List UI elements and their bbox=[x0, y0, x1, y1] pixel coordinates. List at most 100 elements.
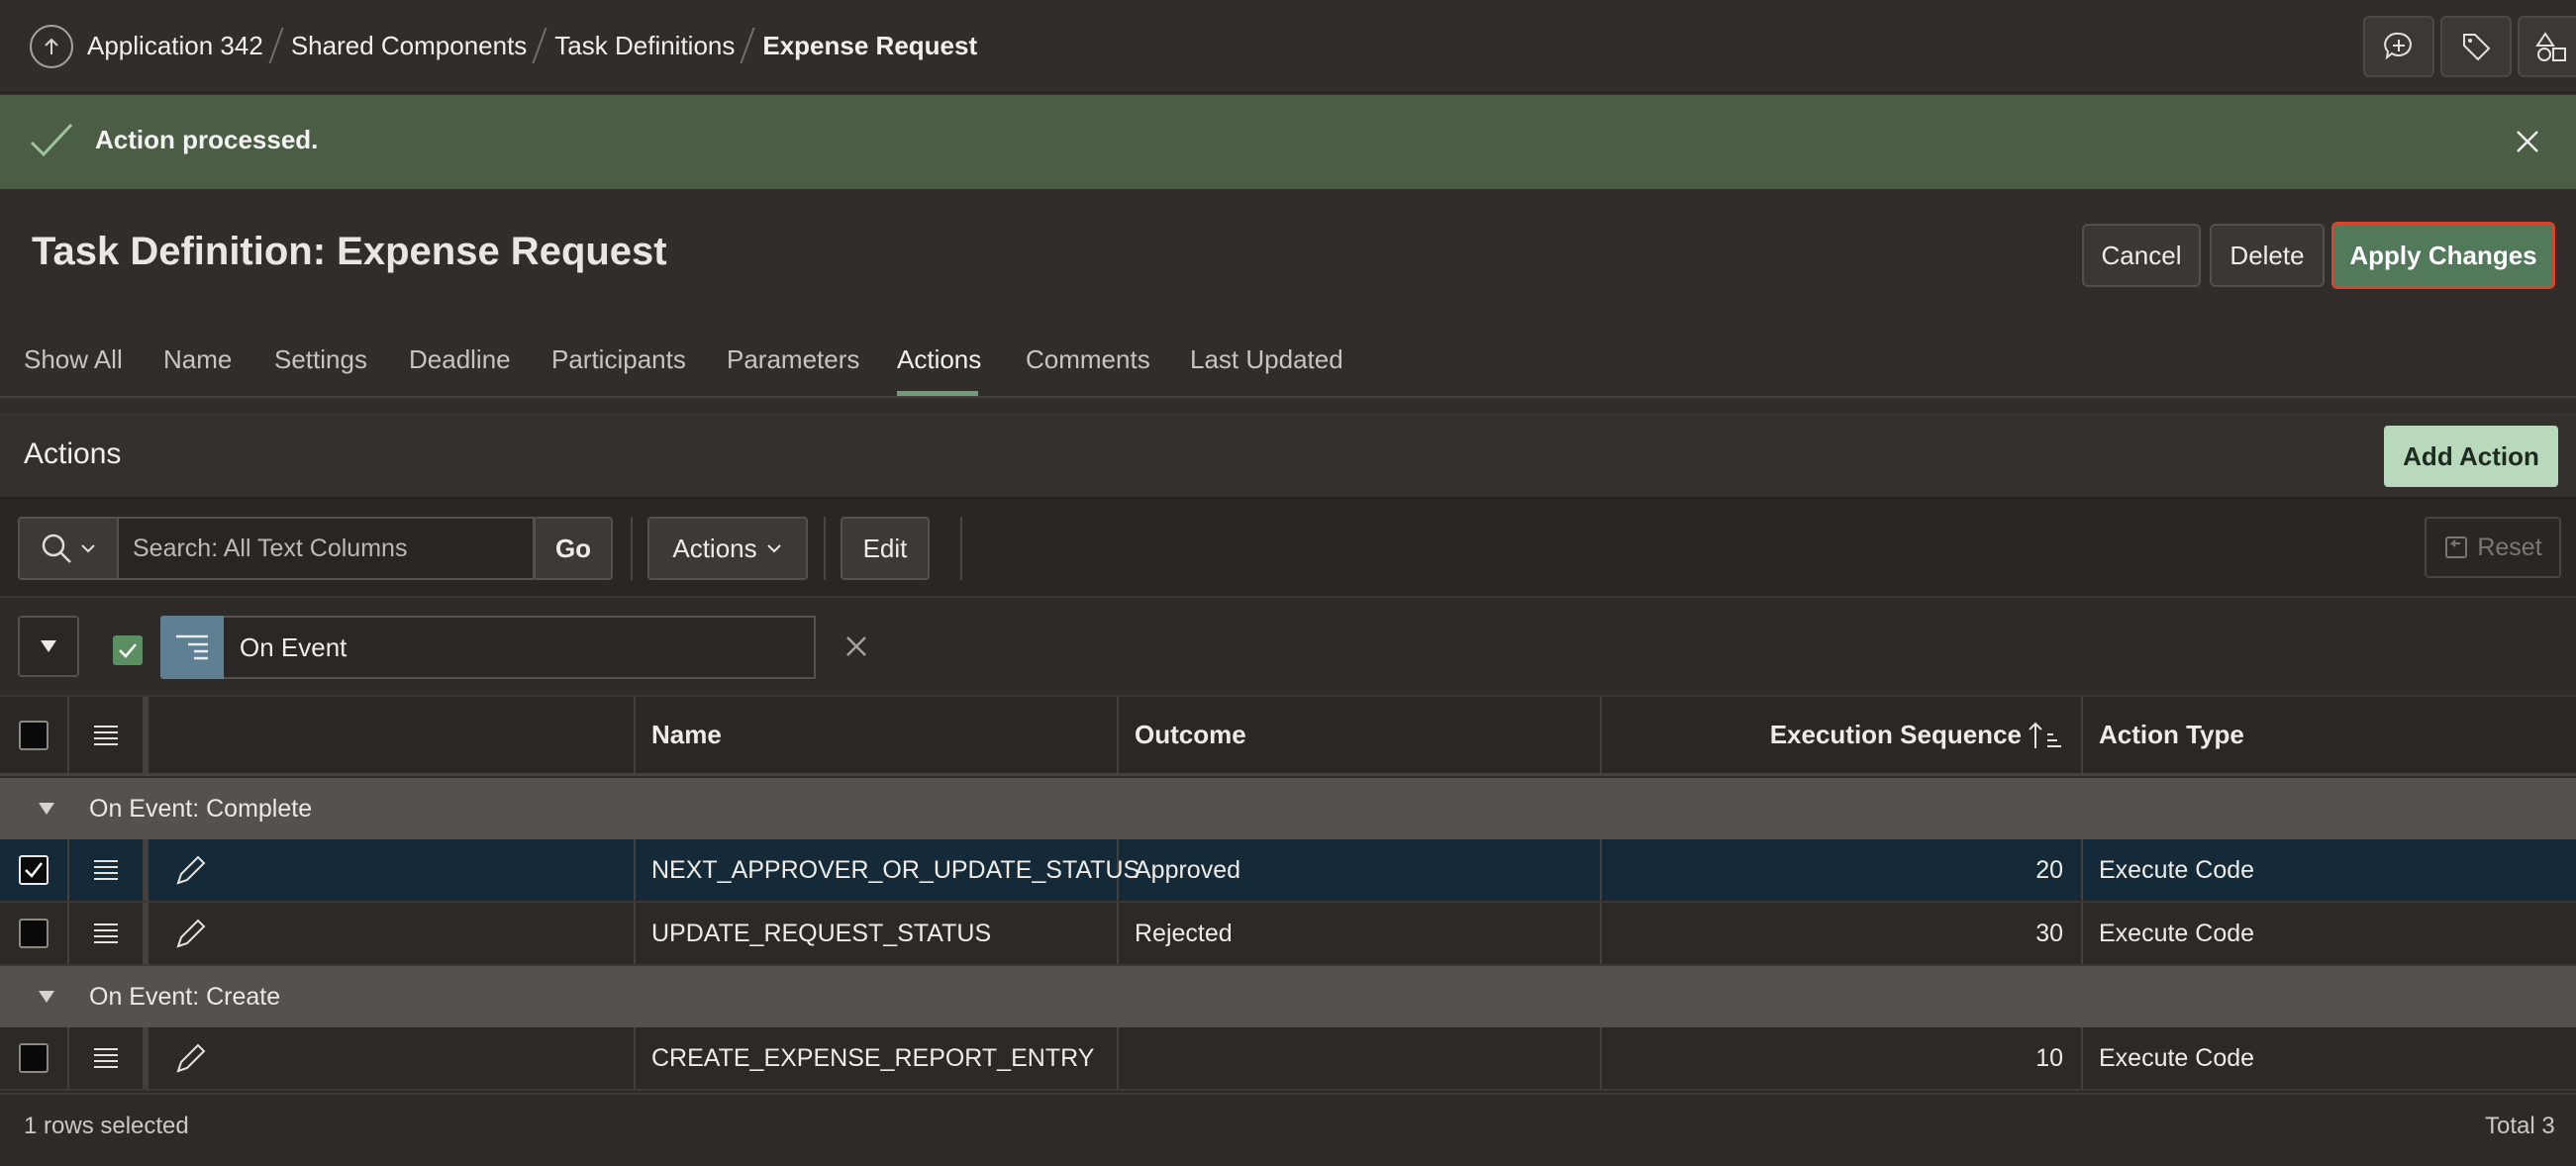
action-type-column-header[interactable]: Action Type bbox=[2083, 697, 2576, 773]
action-type-cell: Execute Code bbox=[2099, 855, 2255, 884]
table-row[interactable]: CREATE_EXPENSE_REPORT_ENTRY 10 Execute C… bbox=[0, 1027, 2576, 1091]
remove-filter-icon[interactable] bbox=[843, 633, 869, 664]
filter-label[interactable]: On Event bbox=[224, 616, 816, 679]
check-icon bbox=[28, 117, 75, 169]
search-input[interactable] bbox=[119, 517, 535, 580]
triangle-down-icon bbox=[39, 803, 54, 815]
action-type-cell: Execute Code bbox=[2099, 1043, 2255, 1072]
edit-link-cell[interactable] bbox=[149, 903, 636, 964]
tab-last-updated[interactable]: Last Updated bbox=[1190, 344, 1343, 375]
row-menu-cell[interactable] bbox=[69, 1027, 149, 1089]
region-header: Actions Add Action bbox=[0, 416, 2576, 499]
breadcrumb-separator bbox=[740, 28, 757, 63]
search-column-selector[interactable] bbox=[18, 517, 119, 580]
name-cell: CREATE_EXPENSE_REPORT_ENTRY bbox=[636, 1027, 1119, 1089]
page-title: Task Definition: Expense Request bbox=[32, 230, 667, 273]
menu-lines-icon bbox=[94, 923, 118, 943]
collapse-filters-button[interactable] bbox=[18, 616, 79, 677]
go-button[interactable]: Go bbox=[534, 517, 613, 580]
actions-menu-label: Actions bbox=[672, 533, 757, 563]
tag-icon[interactable] bbox=[2440, 16, 2512, 77]
delete-button[interactable]: Delete bbox=[2210, 224, 2325, 287]
apply-changes-button[interactable]: Apply Changes bbox=[2331, 222, 2555, 289]
menu-lines-icon bbox=[94, 725, 118, 745]
report-toolbar: Go Actions Edit Reset bbox=[0, 499, 2576, 598]
menu-lines-icon bbox=[94, 1048, 118, 1068]
reset-label: Reset bbox=[2477, 533, 2542, 561]
top-bar: Application 342 Shared Components Task D… bbox=[0, 0, 2576, 93]
tab-show-all[interactable]: Show All bbox=[24, 344, 123, 375]
row-checkbox[interactable] bbox=[19, 919, 49, 948]
toolbar-divider bbox=[824, 517, 826, 580]
outcome-cell bbox=[1119, 1027, 1602, 1089]
tab-settings[interactable]: Settings bbox=[274, 344, 367, 375]
table-row[interactable]: UPDATE_REQUEST_STATUS Rejected 30 Execut… bbox=[0, 903, 2576, 966]
breadcrumb-current: Expense Request bbox=[762, 30, 978, 60]
add-action-button[interactable]: Add Action bbox=[2384, 426, 2558, 487]
actions-menu-button[interactable]: Actions bbox=[647, 517, 808, 580]
tab-name[interactable]: Name bbox=[163, 344, 232, 375]
tab-deadline[interactable]: Deadline bbox=[409, 344, 511, 375]
name-cell: UPDATE_REQUEST_STATUS bbox=[636, 903, 1119, 964]
group-header-complete[interactable]: On Event: Complete bbox=[0, 778, 2576, 839]
row-menu-header bbox=[69, 697, 149, 773]
row-checkbox[interactable] bbox=[19, 1043, 49, 1073]
row-select-cell bbox=[0, 1027, 69, 1089]
outcome-column-header[interactable]: Outcome bbox=[1119, 697, 1602, 773]
menu-lines-icon bbox=[94, 860, 118, 880]
chevron-down-icon bbox=[766, 544, 781, 553]
sequence-cell: 20 bbox=[1602, 839, 2083, 901]
outcome-cell: Rejected bbox=[1119, 903, 1602, 964]
name-column-header[interactable]: Name bbox=[636, 697, 1119, 773]
reset-button[interactable]: Reset bbox=[2425, 517, 2561, 578]
actions-region: Actions Add Action Go Actions Edit Reset bbox=[0, 414, 2576, 1166]
table-row[interactable]: NEXT_APPROVER_OR_UPDATE_STATUS Approved … bbox=[0, 839, 2576, 903]
shapes-icon[interactable] bbox=[2518, 16, 2576, 77]
breadcrumb-item-task-definitions[interactable]: Task Definitions bbox=[554, 31, 735, 61]
close-icon[interactable] bbox=[2515, 129, 2540, 159]
row-select-cell bbox=[0, 903, 69, 964]
column-header-label: Name bbox=[651, 720, 722, 749]
edit-button[interactable]: Edit bbox=[841, 517, 930, 580]
triangle-down-icon bbox=[41, 640, 56, 652]
selection-status: 1 rows selected bbox=[24, 1113, 189, 1139]
tab-participants[interactable]: Participants bbox=[551, 344, 686, 375]
success-banner: Action processed. bbox=[0, 95, 2576, 189]
active-tab-indicator bbox=[897, 391, 978, 396]
sort-ascending-icon bbox=[2029, 722, 2061, 748]
row-menu-cell[interactable] bbox=[69, 839, 149, 901]
tab-comments[interactable]: Comments bbox=[1026, 344, 1150, 375]
breadcrumb-item-shared-components[interactable]: Shared Components bbox=[291, 31, 527, 61]
row-checkbox[interactable] bbox=[19, 855, 49, 885]
sequence-column-header[interactable]: Execution Sequence bbox=[1602, 697, 2083, 773]
select-all-checkbox[interactable] bbox=[19, 720, 49, 750]
cancel-button[interactable]: Cancel bbox=[2082, 224, 2201, 287]
column-header-label: Action Type bbox=[2099, 720, 2244, 749]
filter-enabled-checkbox[interactable] bbox=[113, 635, 143, 665]
pencil-icon bbox=[176, 1043, 206, 1073]
edit-link-cell[interactable] bbox=[149, 839, 636, 901]
select-all-cell bbox=[0, 697, 69, 773]
tab-actions[interactable]: Actions bbox=[897, 344, 981, 375]
filter-row: On Event bbox=[0, 598, 2576, 697]
row-select-cell bbox=[0, 839, 69, 901]
edit-link-cell[interactable] bbox=[149, 1027, 636, 1089]
chevron-down-icon bbox=[81, 544, 95, 553]
up-arrow-icon[interactable] bbox=[30, 25, 73, 68]
total-count: Total 3 bbox=[2485, 1113, 2555, 1139]
banner-message: Action processed. bbox=[95, 125, 319, 154]
group-label: On Event: Complete bbox=[89, 794, 313, 823]
breadcrumb-item-application[interactable]: Application 342 bbox=[87, 31, 263, 61]
column-header-label: Execution Sequence bbox=[1769, 720, 2022, 749]
comment-plus-icon[interactable] bbox=[2363, 16, 2434, 77]
column-header-label: Outcome bbox=[1135, 720, 1246, 749]
row-menu-cell[interactable] bbox=[69, 903, 149, 964]
group-header-create[interactable]: On Event: Create bbox=[0, 966, 2576, 1027]
breadcrumb-separator bbox=[532, 28, 549, 63]
check-icon bbox=[25, 862, 43, 878]
check-icon bbox=[119, 643, 137, 658]
name-cell: NEXT_APPROVER_OR_UPDATE_STATUS bbox=[636, 839, 1139, 901]
group-label: On Event: Create bbox=[89, 982, 281, 1011]
pencil-icon bbox=[176, 855, 206, 885]
tab-parameters[interactable]: Parameters bbox=[727, 344, 859, 375]
